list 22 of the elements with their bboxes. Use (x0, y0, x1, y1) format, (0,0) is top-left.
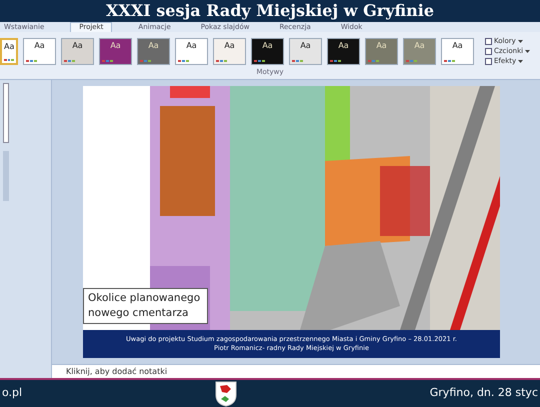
theme-thumbnail[interactable]: Aa (23, 38, 56, 64)
theme-thumbnail[interactable]: Aa (99, 38, 132, 64)
theme-thumbnail[interactable]: Aa (61, 38, 94, 64)
theme-thumbnail[interactable]: Aa (289, 38, 322, 64)
theme-thumbnail[interactable]: Aa (175, 38, 208, 64)
theme-thumbnail[interactable]: Aa (327, 38, 360, 64)
theme-thumbnail[interactable]: Aa (137, 38, 170, 64)
theme-thumbnail[interactable]: Aa (251, 38, 284, 64)
caret-icon (525, 50, 530, 52)
theme-thumbnail[interactable]: Aa (213, 38, 246, 64)
banner-title: XXXI sesja Rady Miejskiej w Gryfinie (106, 0, 434, 22)
theme-thumbnail[interactable]: Aa (0, 38, 18, 64)
notes-field[interactable]: Kliknij, aby dodać notatki (52, 364, 540, 378)
slide-thumbnail[interactable] (3, 83, 9, 143)
scrollbar[interactable] (3, 151, 9, 201)
theme-thumbnail[interactable]: Aa (441, 38, 474, 64)
coat-of-arms-icon (214, 380, 237, 406)
date-text: Gryfino, dn. 28 styc (430, 385, 538, 402)
callout-box: Okolice planowanego nowego cmentarza (83, 288, 208, 324)
website-text: o.pl (2, 385, 22, 402)
caret-icon (518, 40, 523, 42)
caret-icon (518, 60, 524, 62)
